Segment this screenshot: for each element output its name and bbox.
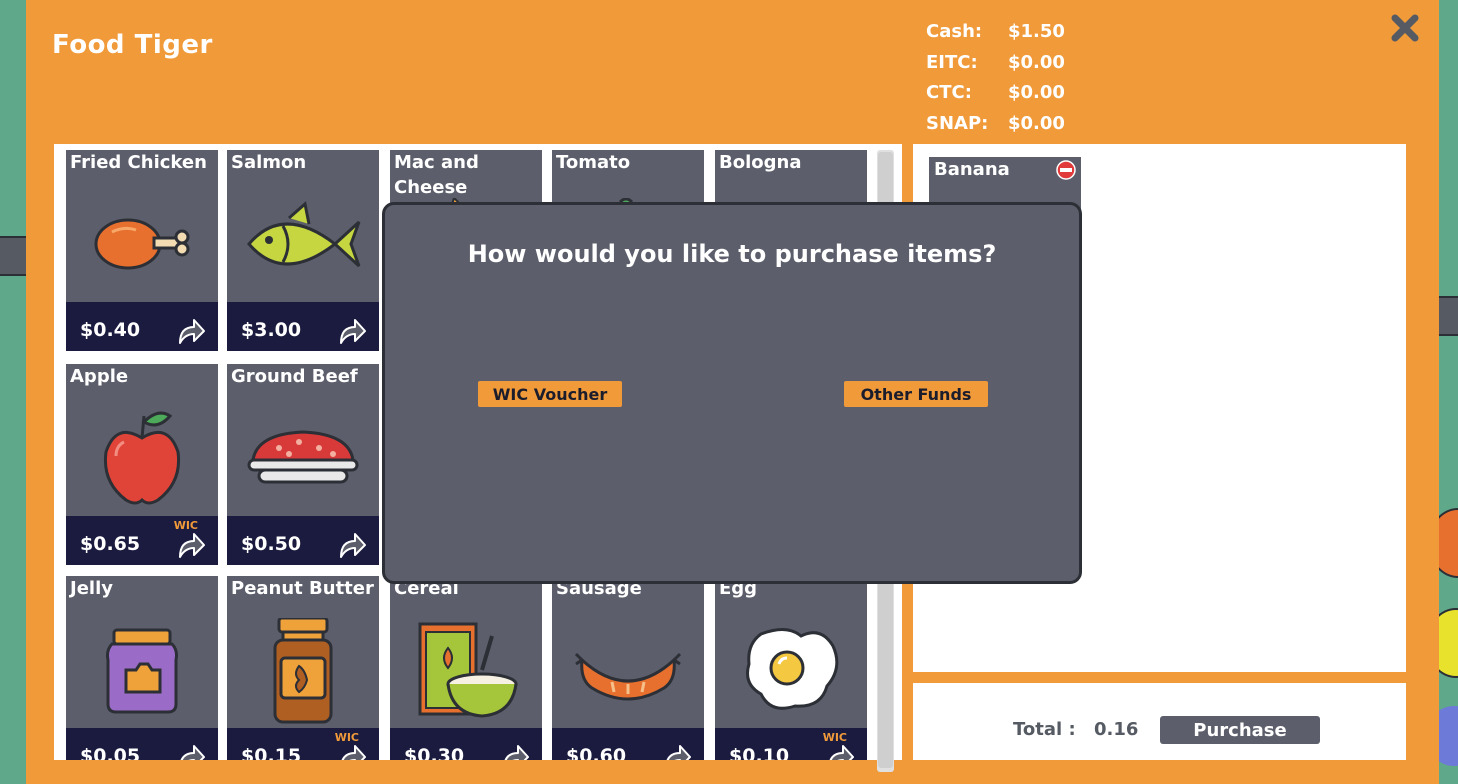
balance-value: $1.50 xyxy=(1008,21,1065,42)
price-bar: $0.40 xyxy=(66,302,218,351)
price-bar: $0.15 WIC xyxy=(227,728,379,760)
total-panel: Total : 0.16 Purchase xyxy=(913,683,1406,760)
purchase-method-dialog: How would you like to purchase items? WI… xyxy=(382,202,1082,584)
item-price: $3.00 xyxy=(241,319,302,341)
background-wall-right xyxy=(1436,296,1458,336)
item-price: $0.65 xyxy=(80,533,141,555)
wic-voucher-button[interactable]: WIC Voucher xyxy=(478,381,622,407)
item-card-apple[interactable]: Apple $0.65 WIC xyxy=(66,364,218,565)
cart-item-name: Banana xyxy=(934,159,1010,180)
store-title: Food Tiger xyxy=(52,30,213,60)
add-to-cart-icon[interactable] xyxy=(176,317,206,345)
item-name: Jelly xyxy=(70,578,113,599)
price-bar: $0.50 xyxy=(227,516,379,565)
add-to-cart-icon[interactable] xyxy=(662,743,692,760)
dialog-title: How would you like to purchase items? xyxy=(467,240,997,268)
cereal-icon xyxy=(406,622,526,718)
balance-panel: Cash: $1.50 EITC: $0.00 CTC: $0.00 SNAP: $0.… xyxy=(926,20,1065,142)
item-price: $0.15 xyxy=(241,745,302,760)
item-card-sausage[interactable]: Sausage $0.60 xyxy=(552,576,704,760)
item-card-jelly[interactable]: Jelly $0.05 xyxy=(66,576,218,760)
price-bar: $0.10 WIC xyxy=(715,728,867,760)
close-icon[interactable] xyxy=(1387,10,1423,46)
salmon-icon xyxy=(243,198,363,288)
total-label: Total : xyxy=(1013,719,1076,740)
add-to-cart-icon[interactable] xyxy=(500,743,530,760)
balance-value: $0.00 xyxy=(1008,112,1065,134)
item-card-fried-chicken[interactable]: Fried Chicken $0.40 xyxy=(66,150,218,351)
add-to-cart-icon[interactable] xyxy=(176,531,206,559)
item-card-cereal[interactable]: Cereal $0.30 xyxy=(390,576,542,760)
remove-icon[interactable] xyxy=(1056,160,1076,180)
balance-label: CTC: xyxy=(926,82,972,103)
item-price: $0.60 xyxy=(566,745,627,760)
item-price: $0.05 xyxy=(80,745,141,760)
balance-row-cash: Cash: $1.50 xyxy=(926,20,1065,51)
balance-label: EITC: xyxy=(926,51,978,73)
balance-label: SNAP: xyxy=(926,112,989,134)
item-name: Mac and Cheese xyxy=(394,152,479,198)
item-name: Bologna xyxy=(719,152,802,173)
price-bar: $0.05 xyxy=(66,728,218,760)
item-card-peanut-butter[interactable]: Peanut Butter $0.15 WIC xyxy=(227,576,379,760)
purchase-button[interactable]: Purchase xyxy=(1160,716,1320,744)
item-price: $0.50 xyxy=(241,533,302,555)
item-name: Fried Chicken xyxy=(70,152,207,173)
other-funds-button[interactable]: Other Funds xyxy=(844,381,988,407)
price-bar: $0.30 xyxy=(390,728,542,760)
egg-icon xyxy=(731,624,851,714)
add-to-cart-icon[interactable] xyxy=(337,743,367,760)
fried-chicken-icon xyxy=(82,198,202,288)
item-name: Ground Beef xyxy=(231,366,358,387)
add-to-cart-icon[interactable] xyxy=(337,317,367,345)
total-value: 0.16 xyxy=(1094,719,1139,740)
item-price: $0.40 xyxy=(80,319,141,341)
item-name: Peanut Butter xyxy=(231,578,374,599)
balance-row-snap: SNAP: $0.00 xyxy=(926,112,1065,143)
balance-value: $0.00 xyxy=(1008,51,1065,73)
peanut-butter-icon xyxy=(243,616,363,724)
price-bar: $0.60 xyxy=(552,728,704,760)
ground-beef-icon xyxy=(243,412,363,502)
balance-row-eitc: EITC: $0.00 xyxy=(926,51,1065,82)
price-bar: $0.65 WIC xyxy=(66,516,218,565)
price-bar: $3.00 xyxy=(227,302,379,351)
balance-row-ctc: CTC: $0.00 xyxy=(926,81,1065,112)
item-price: $0.10 xyxy=(729,745,790,760)
balance-value: $0.00 xyxy=(1008,82,1065,103)
jelly-icon xyxy=(82,624,202,714)
apple-icon xyxy=(82,411,202,505)
item-card-salmon[interactable]: Salmon $3.00 xyxy=(227,150,379,351)
add-to-cart-icon[interactable] xyxy=(176,743,206,760)
add-to-cart-icon[interactable] xyxy=(825,743,855,760)
balance-label: Cash: xyxy=(926,21,983,42)
sausage-icon xyxy=(568,624,688,714)
item-name: Salmon xyxy=(231,152,307,173)
item-name: Tomato xyxy=(556,152,631,173)
item-name: Apple xyxy=(70,366,129,387)
add-to-cart-icon[interactable] xyxy=(337,531,367,559)
item-price: $0.30 xyxy=(404,745,465,760)
item-card-ground-beef[interactable]: Ground Beef $0.50 xyxy=(227,364,379,565)
item-card-egg[interactable]: Egg $0.10 WIC xyxy=(715,576,867,760)
